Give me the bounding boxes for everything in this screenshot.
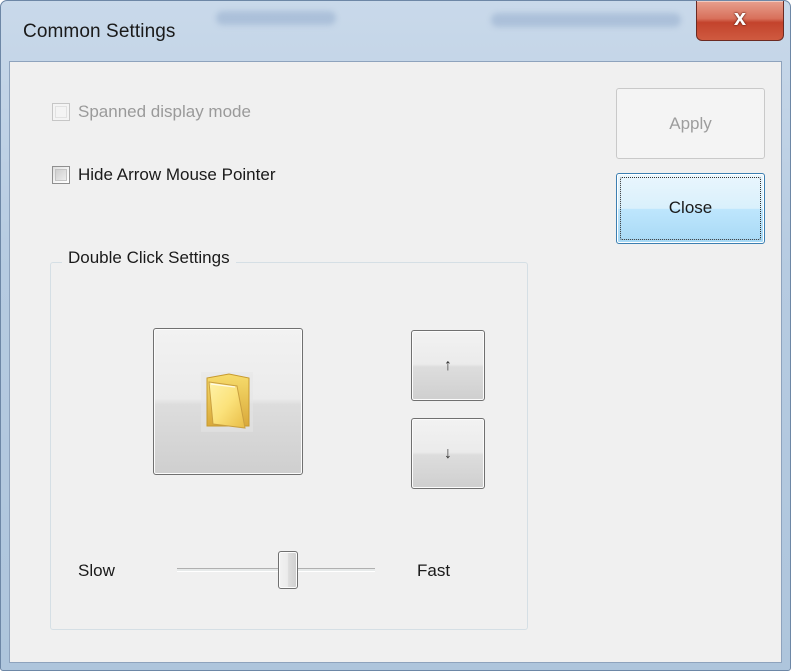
common-settings-window: Common Settings x Spanned display mode H…	[0, 0, 791, 671]
close-button-label: Close	[668, 198, 713, 217]
double-click-speed-slider-track[interactable]	[177, 568, 375, 572]
apply-button[interactable]: Apply	[616, 88, 765, 159]
slow-label: Slow	[78, 561, 115, 580]
speed-up-button[interactable]: ↑	[411, 330, 485, 401]
spanned-display-mode-label: Spanned display mode	[78, 102, 251, 121]
double-click-speed-slider-thumb[interactable]	[278, 551, 298, 589]
double-click-settings-label: Double Click Settings	[62, 248, 236, 268]
folder-icon	[201, 372, 253, 432]
checkbox-box	[52, 103, 70, 121]
window-close-button[interactable]: x	[696, 1, 784, 41]
spanned-display-mode-checkbox[interactable]: Spanned display mode	[52, 102, 251, 122]
hide-arrow-mouse-pointer-checkbox[interactable]: Hide Arrow Mouse Pointer	[52, 165, 275, 185]
double-click-test-area[interactable]	[153, 328, 303, 475]
apply-button-label: Apply	[669, 114, 712, 133]
dialog-client-area: Spanned display mode Hide Arrow Mouse Po…	[9, 61, 782, 663]
window-title: Common Settings	[23, 21, 176, 42]
close-button[interactable]: Close	[616, 173, 765, 244]
hide-arrow-mouse-pointer-label: Hide Arrow Mouse Pointer	[78, 165, 276, 184]
arrow-down-icon: ↓	[444, 445, 452, 462]
arrow-up-icon: ↑	[444, 357, 452, 374]
title-bar[interactable]: Common Settings x	[1, 1, 790, 61]
speed-down-button[interactable]: ↓	[411, 418, 485, 489]
close-icon: x	[733, 5, 747, 30]
checkbox-box	[52, 166, 70, 184]
fast-label: Fast	[417, 561, 451, 580]
